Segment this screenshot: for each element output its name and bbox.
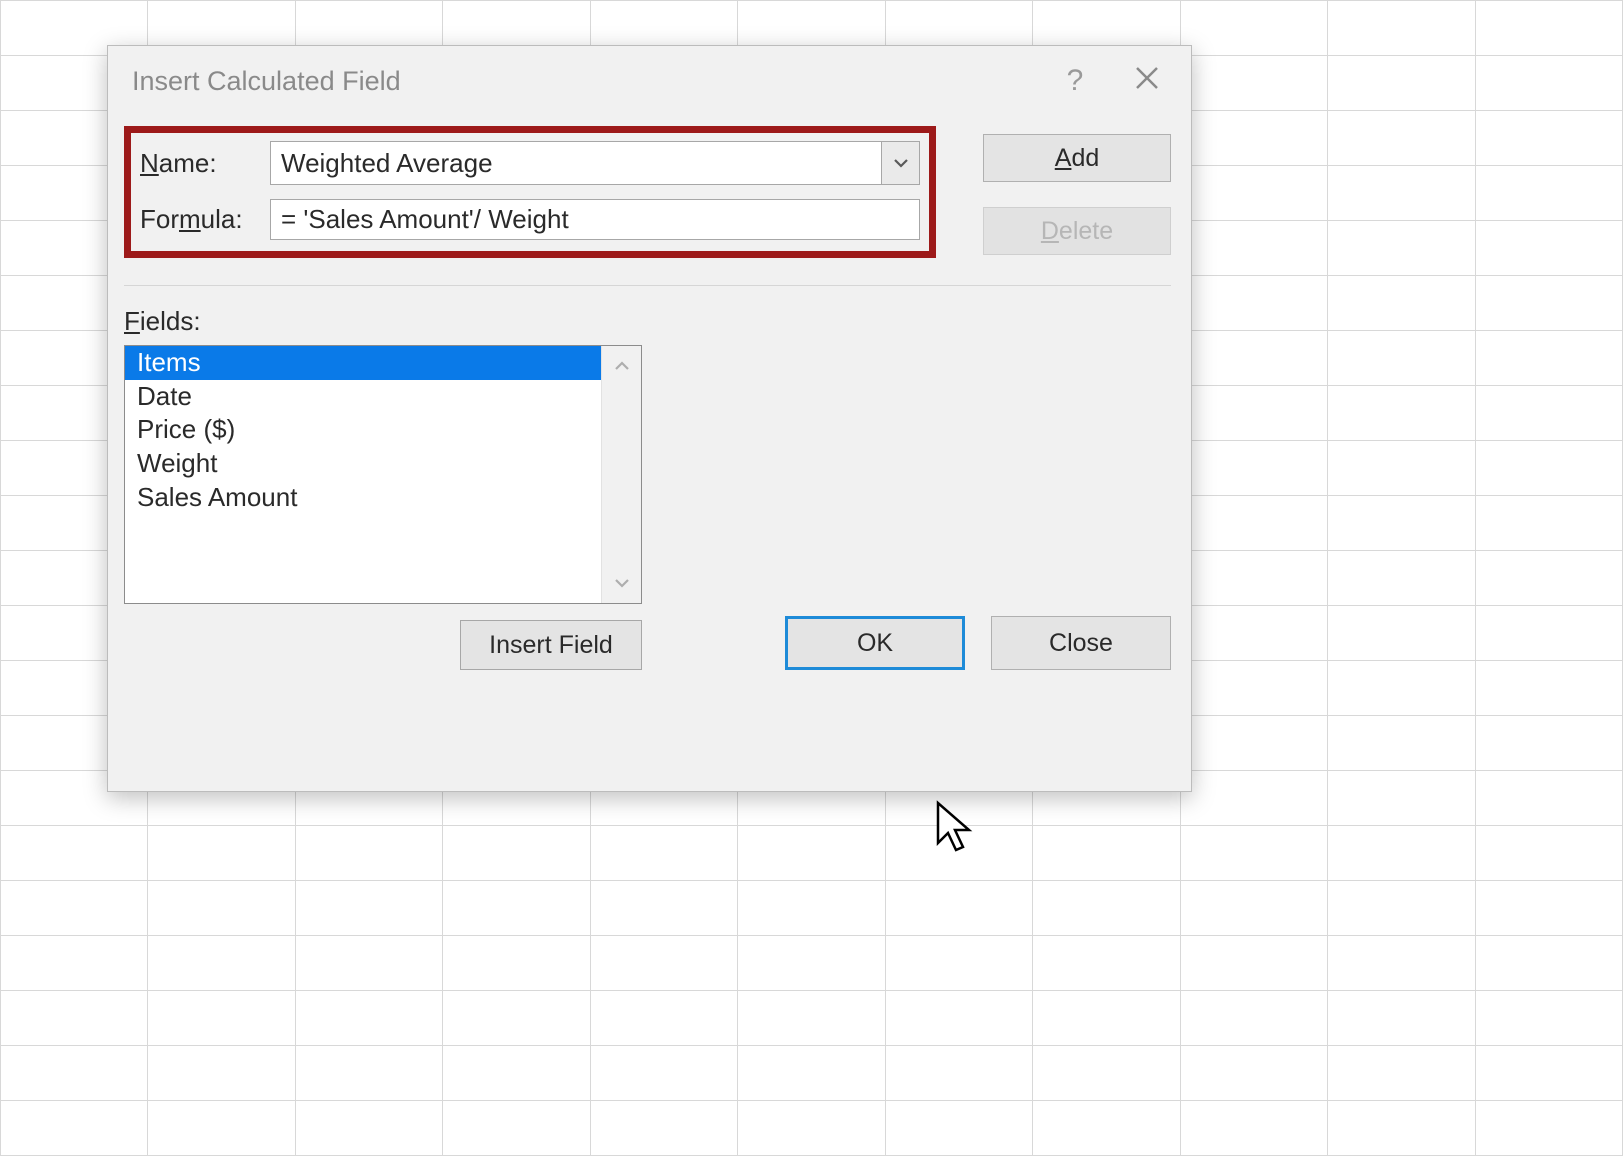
list-item[interactable]: Sales Amount [125,481,601,515]
close-button[interactable]: Close [991,616,1171,670]
delete-button: Delete [983,207,1171,255]
dialog-title: Insert Calculated Field [132,66,1039,97]
insert-calculated-field-dialog: Insert Calculated Field ? Name: Formula: [107,45,1192,792]
name-label: Name: [140,148,270,179]
name-input[interactable] [270,141,882,185]
listbox-scrollbar[interactable] [601,346,641,603]
insert-field-button[interactable]: Insert Field [460,620,642,670]
list-item[interactable]: Date [125,380,601,414]
scroll-up-icon[interactable] [602,346,641,386]
help-icon[interactable]: ? [1039,64,1111,98]
list-item[interactable]: Weight [125,447,601,481]
formula-input[interactable] [270,199,920,240]
scroll-down-icon[interactable] [602,563,641,603]
list-item[interactable]: Items [125,346,601,380]
divider [124,285,1171,286]
list-item[interactable]: Price ($) [125,413,601,447]
close-icon[interactable] [1111,65,1183,98]
formula-label: Formula: [140,204,270,235]
name-dropdown-button[interactable] [882,141,920,185]
dialog-titlebar: Insert Calculated Field ? [108,46,1191,116]
fields-label: Fields: [124,306,1171,337]
ok-button[interactable]: OK [785,616,965,670]
add-button[interactable]: Add [983,134,1171,182]
name-formula-highlight: Name: Formula: [124,126,936,258]
fields-listbox[interactable]: ItemsDatePrice ($)WeightSales Amount [124,345,642,604]
